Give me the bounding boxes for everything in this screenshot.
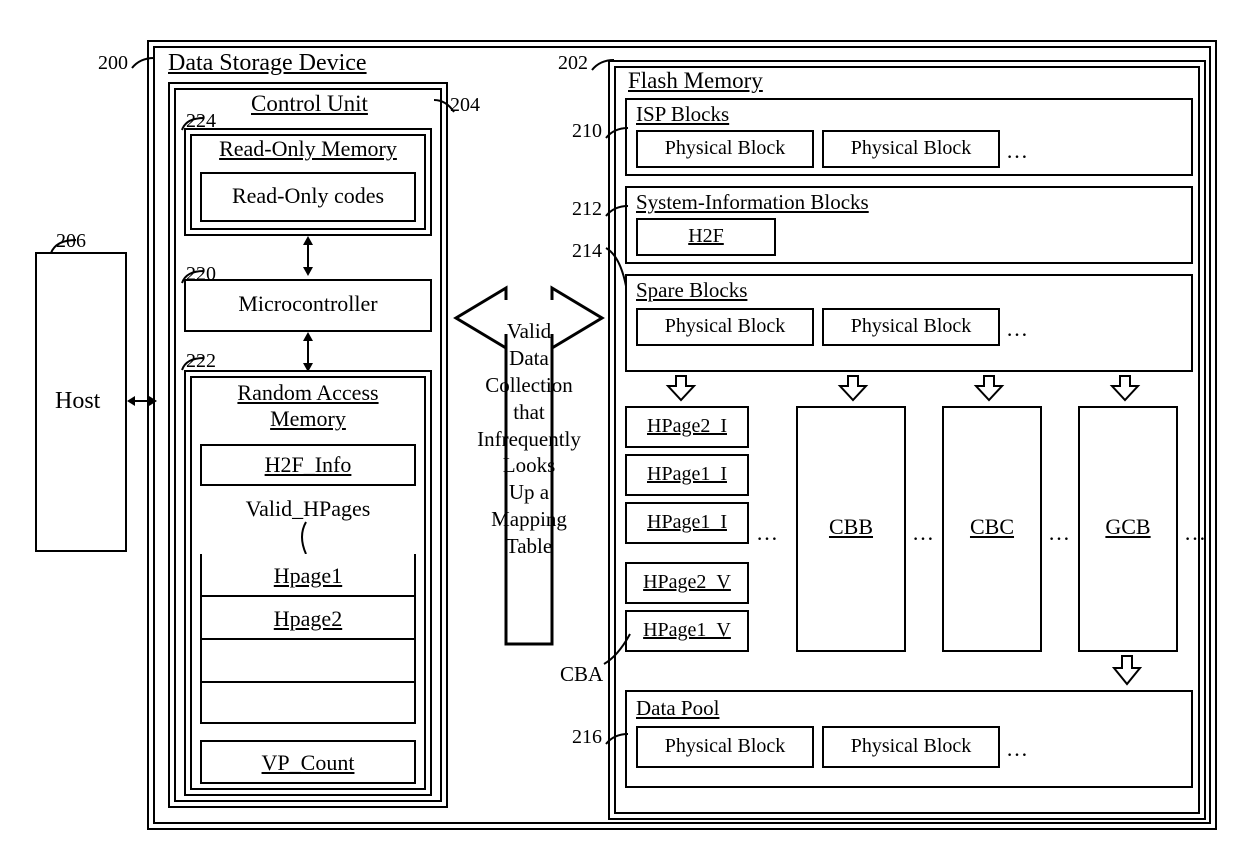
cba-p4-lbl: HPage1_V — [625, 619, 749, 642]
leader-202 — [590, 58, 618, 76]
microcontroller: Microcontroller — [184, 291, 432, 317]
ref-210: 210 — [572, 120, 602, 143]
dp-pb2-label: Physical Block — [822, 735, 1000, 758]
hpage2: Hpage2 — [200, 606, 416, 632]
cbb-label: CBB — [796, 514, 906, 540]
leader-204 — [432, 98, 462, 116]
isp-pb2-label: Physical Block — [822, 137, 1000, 160]
leader-216 — [604, 732, 632, 750]
hpage1: Hpage1 — [200, 563, 416, 589]
cba-p1-lbl: HPage1_I — [625, 463, 749, 486]
dots-cbb: … — [912, 520, 934, 546]
rom-title: Read-Only Memory — [210, 136, 406, 162]
leader-valid-hpages — [296, 522, 316, 556]
spare-pb1-label: Physical Block — [636, 315, 814, 338]
device-title: Data Storage Device — [168, 50, 367, 77]
isp-pb1-label: Physical Block — [636, 137, 814, 160]
host-device-arrow — [127, 391, 157, 411]
rom-codes: Read-Only codes — [200, 183, 416, 209]
sysinfo-title: System-Information Blocks — [636, 190, 869, 215]
dots-gcb: … — [1184, 520, 1206, 546]
cba-p0-lbl: HPage2_I — [625, 415, 749, 438]
cba-label: CBA — [560, 662, 603, 687]
arrow-gcb-datapool — [1112, 656, 1142, 686]
h2f-info: H2F_Info — [200, 452, 416, 478]
arrow-spare-cba — [666, 376, 696, 402]
big-arrow-text: Valid Data Collection that Infrequently … — [460, 318, 598, 560]
micro-ram-arrow — [298, 332, 318, 372]
empty-row-1 — [200, 640, 416, 683]
arrow-spare-gcb — [1110, 376, 1140, 402]
spare-dots: … — [1006, 316, 1028, 342]
rom-micro-arrow — [298, 236, 318, 276]
isp-title: ISP Blocks — [636, 102, 729, 127]
ref-212: 212 — [572, 198, 602, 221]
gcb-label: GCB — [1078, 514, 1178, 540]
ref-200: 200 — [98, 52, 128, 75]
leader-cba — [602, 632, 636, 668]
ram-title: Random Access Memory — [184, 380, 432, 432]
valid-hpages: Valid_HPages — [200, 496, 416, 522]
leader-210 — [604, 126, 632, 144]
leader-212 — [604, 204, 632, 222]
spare-title: Spare Blocks — [636, 278, 747, 303]
h2f-label: H2F — [636, 225, 776, 248]
arrow-spare-cbc — [974, 376, 1004, 402]
cba-p2-lbl: HPage1_I — [625, 511, 749, 534]
vp-count: VP_Count — [200, 750, 416, 776]
leader-200 — [130, 56, 160, 76]
dp-dots: … — [1006, 736, 1028, 762]
control-unit-title: Control Unit — [251, 91, 368, 117]
leader-214 — [604, 246, 632, 290]
cba-p3-lbl: HPage2_V — [625, 571, 749, 594]
arrow-spare-cbb — [838, 376, 868, 402]
ref-216: 216 — [572, 726, 602, 749]
cbc-label: CBC — [942, 514, 1042, 540]
dots-cba: … — [756, 520, 778, 546]
dots-cbc: … — [1048, 520, 1070, 546]
diagram-canvas: 206 Host Data Storage Device 200 Control… — [0, 0, 1240, 864]
flash-title: Flash Memory — [628, 68, 763, 94]
ref-214: 214 — [572, 240, 602, 263]
spare-pb2-label: Physical Block — [822, 315, 1000, 338]
ref-202: 202 — [558, 52, 588, 75]
isp-dots: … — [1006, 138, 1028, 164]
data-pool-title: Data Pool — [636, 696, 719, 721]
dp-pb1-label: Physical Block — [636, 735, 814, 758]
host-label: Host — [55, 388, 100, 415]
